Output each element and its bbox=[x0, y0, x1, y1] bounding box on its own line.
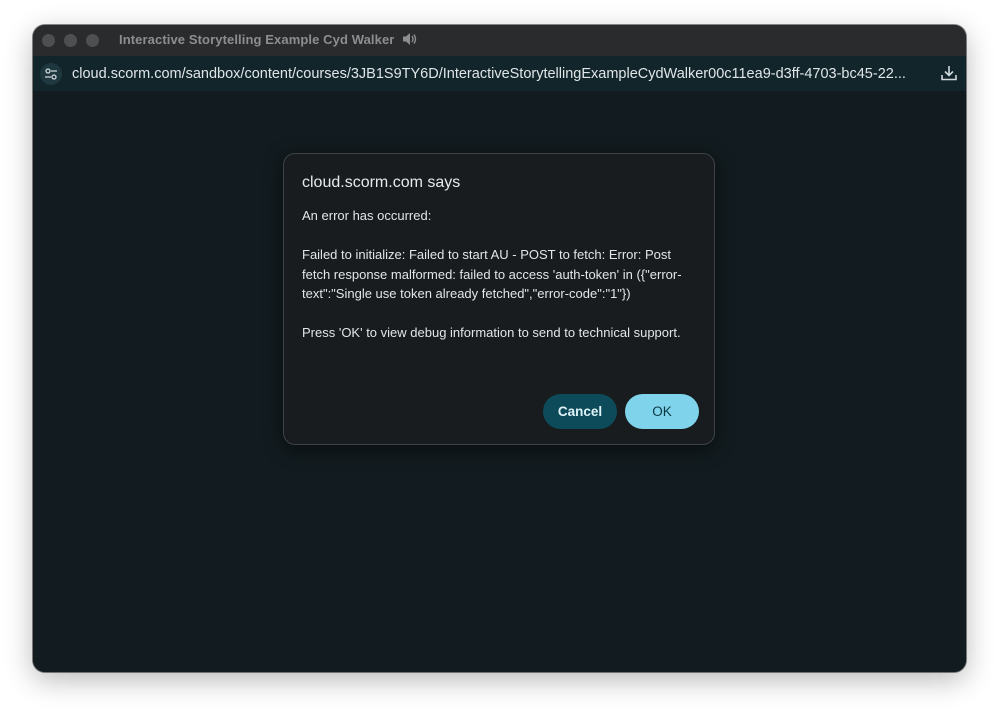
address-bar: cloud.scorm.com/sandbox/content/courses/… bbox=[33, 56, 966, 92]
window-title-text: Interactive Storytelling Example Cyd Wal… bbox=[119, 31, 395, 47]
dialog-message-prompt: Press 'OK' to view debug information to … bbox=[302, 325, 681, 340]
dialog-message-error: Failed to initialize: Failed to start AU… bbox=[302, 247, 682, 301]
zoom-window-button[interactable] bbox=[86, 34, 99, 47]
window-title: Interactive Storytelling Example Cyd Wal… bbox=[119, 32, 418, 49]
url-text[interactable]: cloud.scorm.com/sandbox/content/courses/… bbox=[72, 66, 917, 82]
minimize-window-button[interactable] bbox=[64, 34, 77, 47]
tune-icon[interactable] bbox=[40, 62, 62, 85]
dialog-message-intro: An error has occurred: bbox=[302, 208, 432, 223]
window-controls bbox=[42, 34, 99, 47]
browser-window: Interactive Storytelling Example Cyd Wal… bbox=[33, 25, 966, 672]
download-icon[interactable] bbox=[940, 64, 958, 82]
close-window-button[interactable] bbox=[42, 34, 55, 47]
dialog-message: An error has occurred: Failed to initial… bbox=[302, 206, 702, 362]
speaker-icon[interactable] bbox=[402, 32, 418, 49]
page-content: cloud.scorm.com says An error has occurr… bbox=[33, 91, 966, 672]
ok-button[interactable]: OK bbox=[625, 394, 699, 429]
cancel-button[interactable]: Cancel bbox=[543, 394, 617, 429]
title-bar: Interactive Storytelling Example Cyd Wal… bbox=[33, 25, 966, 56]
alert-dialog: cloud.scorm.com says An error has occurr… bbox=[283, 153, 715, 445]
dialog-title: cloud.scorm.com says bbox=[302, 174, 461, 191]
